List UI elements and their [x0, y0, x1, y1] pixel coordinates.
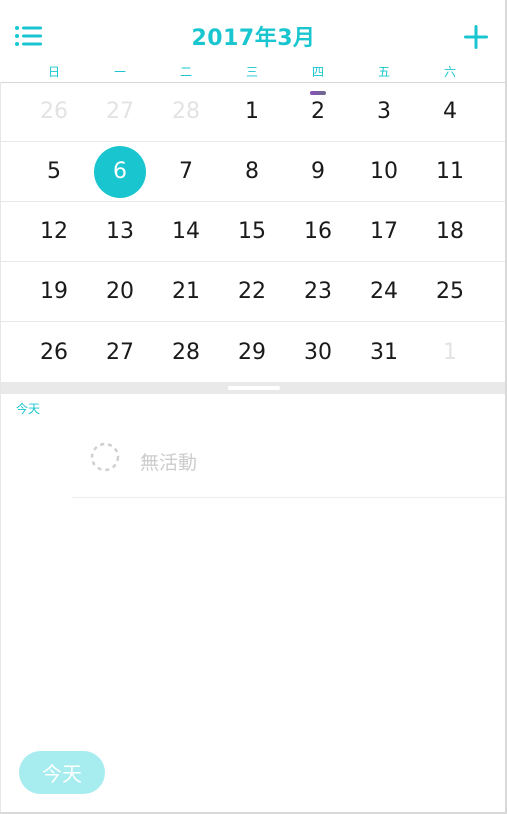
day-cell[interactable]: 9: [285, 142, 351, 201]
weekday-sun: 日: [47, 65, 60, 79]
weekday-header: 日 一 二 三 四 五 六: [0, 63, 507, 81]
day-number: 27: [106, 339, 134, 365]
day-cell-other-month[interactable]: 1: [417, 322, 483, 382]
day-number: 6: [113, 159, 127, 184]
calendar-app: 2017年3月 日 一 二 三 四 五 六 26 27 28 1 2 3 4 5 6 7 8 9 10 1…: [0, 0, 507, 814]
day-number: 3: [377, 99, 391, 124]
day-cell[interactable]: 14: [153, 202, 219, 261]
day-number: 18: [436, 219, 464, 244]
add-event-button[interactable]: [461, 22, 491, 52]
day-cell-other-month[interactable]: 28: [153, 82, 219, 141]
weekday-thu: 四: [311, 65, 324, 79]
day-number: 21: [172, 279, 200, 304]
day-cell[interactable]: 2: [285, 82, 351, 141]
week-row: 12 13 14 15 16 17 18: [0, 202, 507, 262]
month-title[interactable]: 2017年3月: [0, 20, 507, 52]
day-number: 12: [40, 219, 68, 244]
drag-handle[interactable]: [227, 386, 280, 390]
day-cell[interactable]: 12: [21, 202, 87, 261]
day-number: 31: [370, 339, 398, 365]
day-number: 29: [238, 339, 266, 365]
day-cell[interactable]: 28: [153, 322, 219, 382]
day-number: 20: [106, 279, 134, 304]
day-cell[interactable]: 25: [417, 262, 483, 321]
day-number: 22: [238, 279, 266, 304]
weekday-wed: 三: [245, 65, 258, 79]
day-cell-today[interactable]: 6: [87, 142, 153, 201]
day-cell[interactable]: 11: [417, 142, 483, 201]
day-cell[interactable]: 8: [219, 142, 285, 201]
day-number: 28: [172, 339, 200, 365]
day-cell[interactable]: 21: [153, 262, 219, 321]
header: 2017年3月 日 一 二 三 四 五 六: [0, 0, 507, 83]
today-button[interactable]: 今天: [19, 751, 105, 794]
day-cell[interactable]: 15: [219, 202, 285, 261]
event-marker: [310, 91, 326, 95]
day-cell[interactable]: 4: [417, 82, 483, 141]
day-cell[interactable]: 29: [219, 322, 285, 382]
weekday-tue: 二: [179, 65, 192, 79]
day-number: 26: [40, 99, 68, 124]
week-row: 26 27 28 1 2 3 4: [0, 82, 507, 142]
day-number: 5: [47, 159, 61, 184]
day-number: 14: [172, 219, 200, 244]
week-row: 5 6 7 8 9 10 11: [0, 142, 507, 202]
day-cell[interactable]: 17: [351, 202, 417, 261]
empty-agenda-text: 無活動: [140, 452, 198, 474]
day-number: 4: [443, 99, 457, 124]
day-cell[interactable]: 1: [219, 82, 285, 141]
week-row: 26 27 28 29 30 31 1: [0, 322, 507, 382]
day-cell-other-month[interactable]: 27: [87, 82, 153, 141]
day-number: 13: [106, 219, 134, 244]
agenda-section-label: 今天: [16, 402, 41, 416]
day-number: 1: [245, 99, 259, 124]
day-cell[interactable]: 7: [153, 142, 219, 201]
day-cell[interactable]: 3: [351, 82, 417, 141]
day-cell[interactable]: 22: [219, 262, 285, 321]
day-number: 17: [370, 219, 398, 244]
plus-icon: [464, 25, 488, 49]
day-number: 25: [436, 279, 464, 304]
day-number: 9: [311, 159, 325, 184]
day-number: 10: [370, 159, 398, 184]
day-number: 8: [245, 159, 259, 184]
day-number: 11: [436, 159, 464, 184]
agenda-divider: [0, 382, 507, 394]
empty-agenda-row: 無活動: [72, 422, 507, 498]
day-number: 30: [304, 339, 332, 365]
day-number: 16: [304, 219, 332, 244]
day-number: 1: [443, 339, 457, 365]
day-number: 15: [238, 219, 266, 244]
day-number: 27: [106, 99, 134, 124]
left-border: [0, 82, 1, 814]
day-number: 7: [179, 159, 193, 184]
day-cell[interactable]: 24: [351, 262, 417, 321]
day-cell[interactable]: 19: [21, 262, 87, 321]
day-cell[interactable]: 16: [285, 202, 351, 261]
day-cell[interactable]: 23: [285, 262, 351, 321]
day-cell[interactable]: 30: [285, 322, 351, 382]
day-cell[interactable]: 27: [87, 322, 153, 382]
day-number: 26: [40, 339, 68, 365]
day-cell[interactable]: 18: [417, 202, 483, 261]
day-cell[interactable]: 5: [21, 142, 87, 201]
weekday-mon: 一: [113, 65, 126, 79]
weekday-fri: 五: [377, 65, 390, 79]
day-cell[interactable]: 10: [351, 142, 417, 201]
day-number: 24: [370, 279, 398, 304]
day-cell[interactable]: 26: [21, 322, 87, 382]
month-grid: 26 27 28 1 2 3 4 5 6 7 8 9 10 11 12 13 14 15 16 17 18 19 20 21 2…: [0, 82, 507, 382]
day-number: 23: [304, 279, 332, 304]
day-cell-other-month[interactable]: 26: [21, 82, 87, 141]
week-row: 19 20 21 22 23 24 25: [0, 262, 507, 322]
day-cell[interactable]: 31: [351, 322, 417, 382]
day-cell[interactable]: 20: [87, 262, 153, 321]
dashed-circle-icon: [90, 442, 120, 472]
day-number: 2: [311, 99, 325, 124]
day-number: 19: [40, 279, 68, 304]
day-cell[interactable]: 13: [87, 202, 153, 261]
day-number: 28: [172, 99, 200, 124]
weekday-sat: 六: [443, 65, 456, 79]
